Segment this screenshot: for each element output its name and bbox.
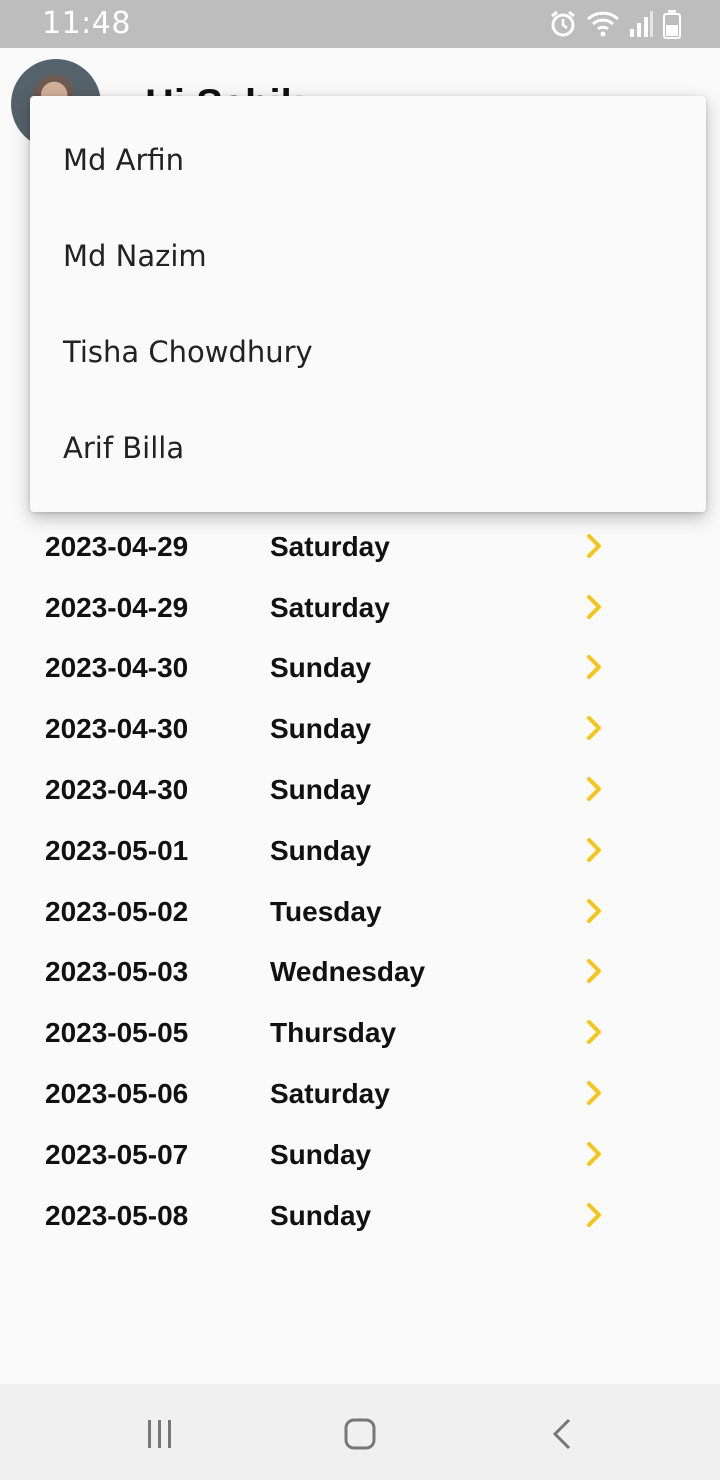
list-item[interactable]: 2023-05-08 Sunday [0, 1186, 720, 1241]
chevron-right-icon[interactable] [583, 896, 607, 926]
chevron-right-icon[interactable] [583, 774, 607, 804]
status-icons [548, 8, 682, 40]
date-list: 2023-04-29 Saturday 2023-04-29 Saturday 2023… [0, 486, 720, 1241]
list-item[interactable]: 2023-04-30 Sunday [0, 699, 720, 760]
list-item-day: Saturday [270, 591, 390, 623]
chevron-right-icon[interactable] [583, 956, 607, 986]
list-item-day: Sunday [270, 1138, 372, 1170]
list-item[interactable]: 2023-05-02 Tuesday [0, 882, 720, 943]
list-item[interactable]: 2023-05-01 Sunday [0, 821, 720, 882]
list-item-day: Saturday [270, 1077, 390, 1109]
menu-item-arif-billa[interactable]: Arif Billa [30, 400, 706, 496]
menu-item-md-nazim[interactable]: Md Nazim [30, 208, 706, 304]
list-item-day: Saturday [270, 530, 390, 562]
chevron-right-icon[interactable] [583, 592, 607, 622]
menu-item-tisha-chowdhury[interactable]: Tisha Chowdhury [30, 304, 706, 400]
list-item-day: Tuesday [270, 895, 382, 927]
list-item[interactable]: 2023-05-06 Saturday [0, 1064, 720, 1125]
list-item[interactable]: 2023-04-30 Sunday [0, 760, 720, 821]
user-dropdown-menu: Md Arfin Md Nazim Tisha Chowdhury Arif B… [30, 96, 706, 512]
chevron-right-icon[interactable] [583, 1200, 607, 1230]
list-item-date: 2023-05-07 [45, 1138, 189, 1170]
list-item-date: 2023-04-30 [45, 652, 189, 684]
list-item-day: Sunday [270, 713, 372, 745]
back-icon[interactable] [543, 1414, 583, 1454]
list-item-date: 2023-04-30 [45, 713, 189, 745]
chevron-right-icon[interactable] [583, 1139, 607, 1169]
home-icon[interactable] [340, 1414, 380, 1454]
alarm-icon [548, 9, 578, 39]
list-item-day: Sunday [270, 773, 372, 805]
status-time: 11:48 [42, 6, 131, 41]
list-item-day: Sunday [270, 1199, 372, 1231]
list-item-day: Wednesday [270, 956, 426, 988]
chevron-right-icon[interactable] [583, 531, 607, 561]
list-item-day: Thursday [270, 1017, 397, 1049]
list-item[interactable]: 2023-04-29 Saturday [0, 578, 720, 639]
menu-item-md-arfin[interactable]: Md Arfin [30, 112, 706, 208]
list-item-date: 2023-05-02 [45, 895, 189, 927]
list-item-date: 2023-05-05 [45, 1017, 189, 1049]
list-item-date: 2023-05-01 [45, 834, 189, 866]
list-item[interactable]: 2023-05-07 Sunday [0, 1125, 720, 1186]
list-item[interactable]: 2023-05-03 Wednesday [0, 942, 720, 1003]
list-item-day: Sunday [270, 652, 372, 684]
list-item-date: 2023-05-06 [45, 1077, 189, 1109]
signal-icon [628, 9, 654, 39]
battery-icon [662, 9, 682, 39]
list-item-date: 2023-04-29 [45, 591, 189, 623]
list-item[interactable]: 2023-04-29 Saturday [0, 517, 720, 578]
status-bar: 11:48 [0, 0, 720, 48]
list-item-date: 2023-05-08 [45, 1199, 189, 1231]
chevron-right-icon[interactable] [583, 652, 607, 682]
wifi-icon [586, 9, 620, 39]
list-item[interactable]: 2023-04-30 Sunday [0, 638, 720, 699]
chevron-right-icon[interactable] [583, 713, 607, 743]
navigation-bar [0, 1384, 720, 1480]
list-item-date: 2023-05-03 [45, 956, 189, 988]
list-item-date: 2023-04-30 [45, 773, 189, 805]
chevron-right-icon[interactable] [583, 835, 607, 865]
list-item-day: Sunday [270, 834, 372, 866]
recent-apps-icon[interactable] [140, 1414, 180, 1454]
chevron-right-icon[interactable] [583, 1017, 607, 1047]
list-item-date: 2023-04-29 [45, 530, 189, 562]
chevron-right-icon[interactable] [583, 1078, 607, 1108]
list-item[interactable]: 2023-05-05 Thursday [0, 1003, 720, 1064]
